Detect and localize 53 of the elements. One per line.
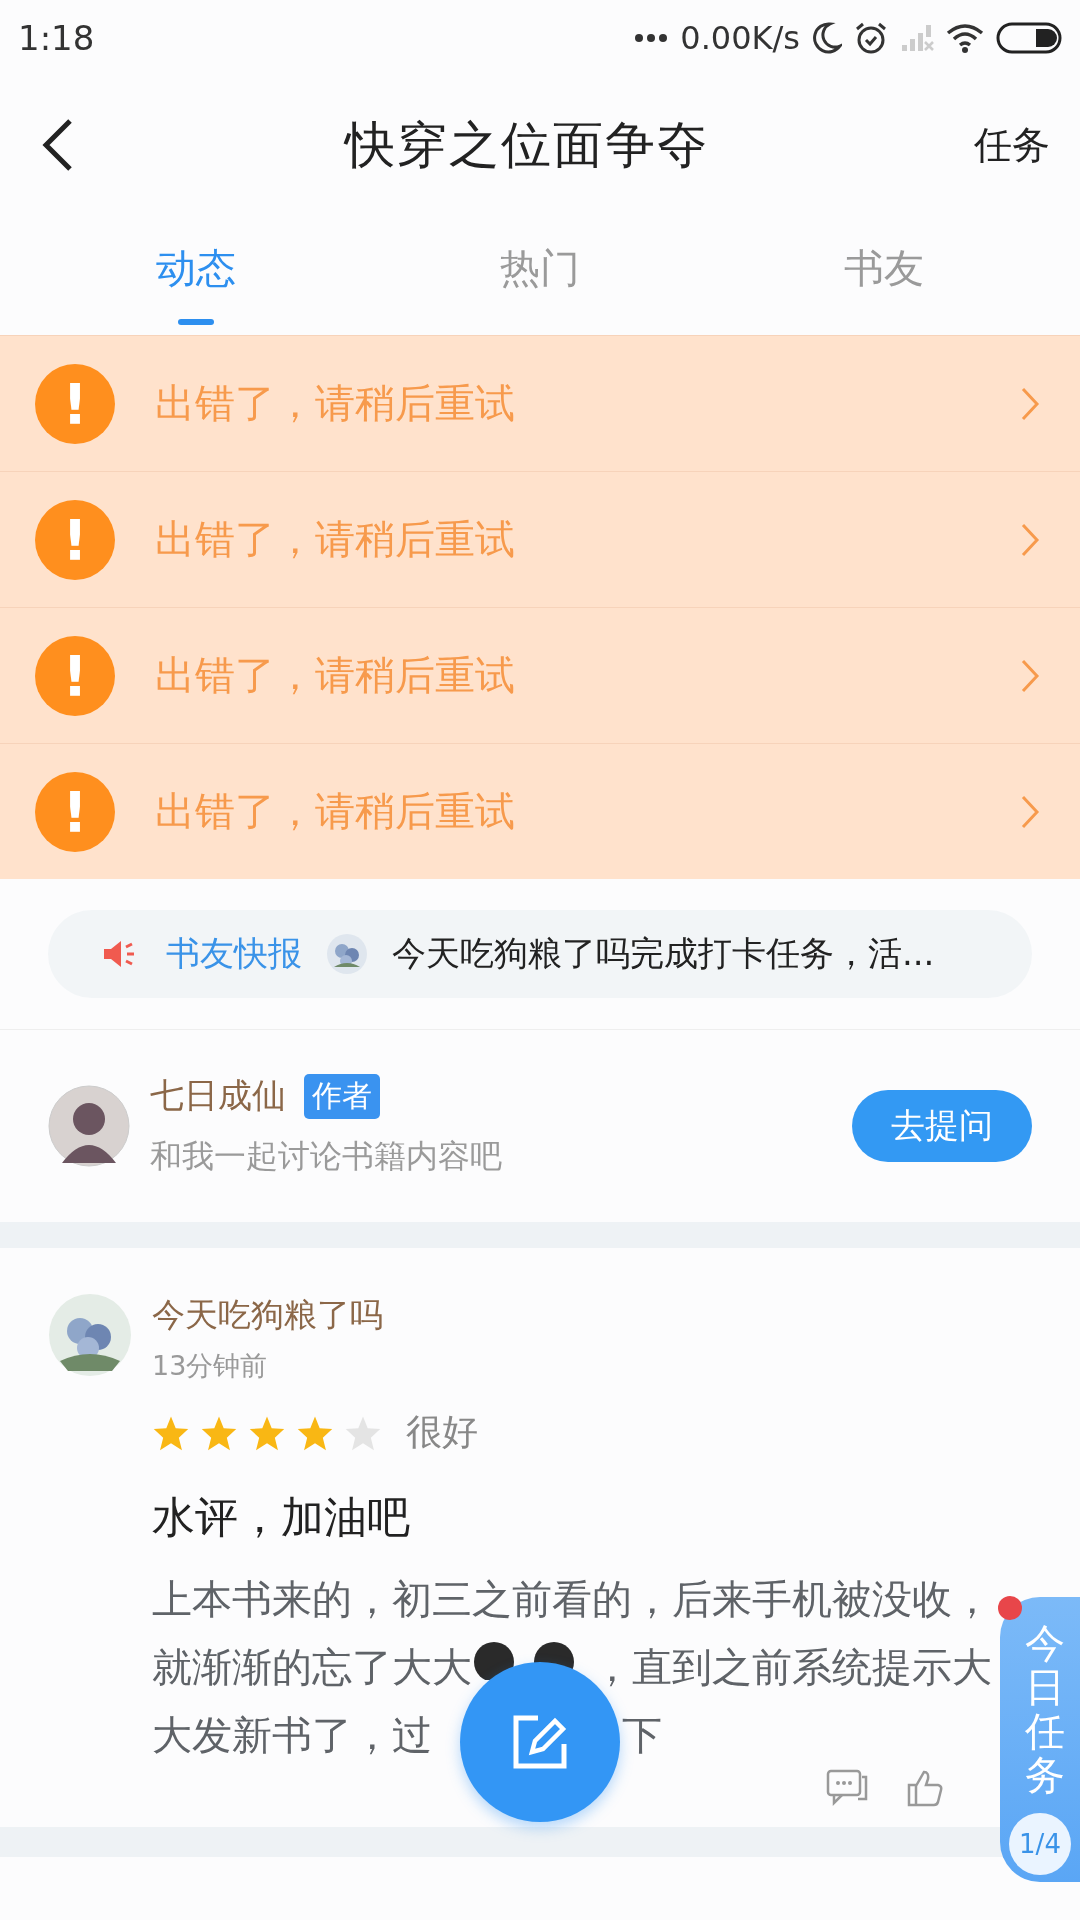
error-row[interactable]: ! 出错了，请稍后重试 — [0, 335, 1080, 471]
ticker-label: 书友快报 — [166, 932, 302, 975]
thumbs-up-icon[interactable] — [906, 1769, 944, 1807]
warning-icon: ! — [35, 771, 115, 852]
author-subtitle: 和我一起讨论书籍内容吧 — [150, 1136, 503, 1177]
chevron-right-icon — [1020, 793, 1040, 830]
news-ticker[interactable]: 书友快报 今天吃狗粮了吗完成打卡任务，活... — [48, 910, 1032, 998]
error-message: 出错了，请稍后重试 — [155, 379, 516, 428]
error-message: 出错了，请稍后重试 — [155, 515, 516, 564]
battery-icon — [996, 21, 1062, 54]
review-text: 大发新书了，过 — [152, 1710, 432, 1760]
chevron-right-icon — [1020, 521, 1040, 558]
task-button[interactable]: 任务 — [974, 119, 1050, 171]
tab[interactable]: 热门 — [368, 215, 712, 335]
signal-icon — [900, 22, 934, 53]
review-text: ，直到之前系统提示大 — [592, 1642, 992, 1692]
wifi-icon — [946, 22, 984, 53]
ask-button[interactable]: 去提问 — [852, 1090, 1032, 1162]
warning-icon: ! — [35, 499, 115, 580]
moon-icon — [812, 21, 842, 54]
notification-dot-icon — [998, 1596, 1022, 1620]
error-message: 出错了，请稍后重试 — [155, 787, 516, 836]
error-message: 出错了，请稍后重试 — [155, 651, 516, 700]
warning-icon: ! — [35, 363, 115, 444]
chevron-right-icon — [1020, 385, 1040, 422]
more-dots-icon — [634, 32, 669, 43]
status-time: 1:18 — [18, 17, 95, 58]
rating-label: 很好 — [406, 1410, 478, 1454]
alarm-icon — [854, 20, 888, 55]
review-text: 就渐渐的忘了大大 — [152, 1642, 472, 1692]
avatar-icon — [48, 1293, 132, 1377]
avatar-icon — [48, 1085, 130, 1167]
ticker-text: 今天吃狗粮了吗完成打卡任务，活... — [392, 932, 935, 975]
tab[interactable]: 书友 — [712, 215, 1056, 335]
reviewer-name: 今天吃狗粮了吗 — [152, 1294, 383, 1336]
author-name: 七日成仙 — [150, 1074, 286, 1117]
avatar-icon — [326, 933, 368, 975]
comment-icon[interactable] — [826, 1769, 868, 1807]
error-row[interactable]: ! 出错了，请稍后重试 — [0, 743, 1080, 879]
network-speed: 0.00K/s — [680, 18, 800, 57]
tab[interactable]: 动态 — [24, 215, 368, 335]
review-text: 上本书来的，初三之前看的，后来手机被没收， — [152, 1574, 992, 1624]
error-row[interactable]: ! 出错了，请稍后重试 — [0, 471, 1080, 607]
daily-task-label: 今日任务 — [1025, 1621, 1065, 1797]
review-title: 水评，加油吧 — [152, 1491, 410, 1544]
speaker-icon — [102, 939, 136, 969]
error-row[interactable]: ! 出错了，请稍后重试 — [0, 607, 1080, 743]
warning-icon: ! — [35, 635, 115, 716]
review-text: 下 — [622, 1710, 662, 1760]
page-title: 快穿之位面争夺 — [345, 114, 709, 176]
review-time: 13分钟前 — [152, 1349, 269, 1383]
chevron-right-icon — [1020, 657, 1040, 694]
author-tag: 作者 — [304, 1073, 380, 1119]
